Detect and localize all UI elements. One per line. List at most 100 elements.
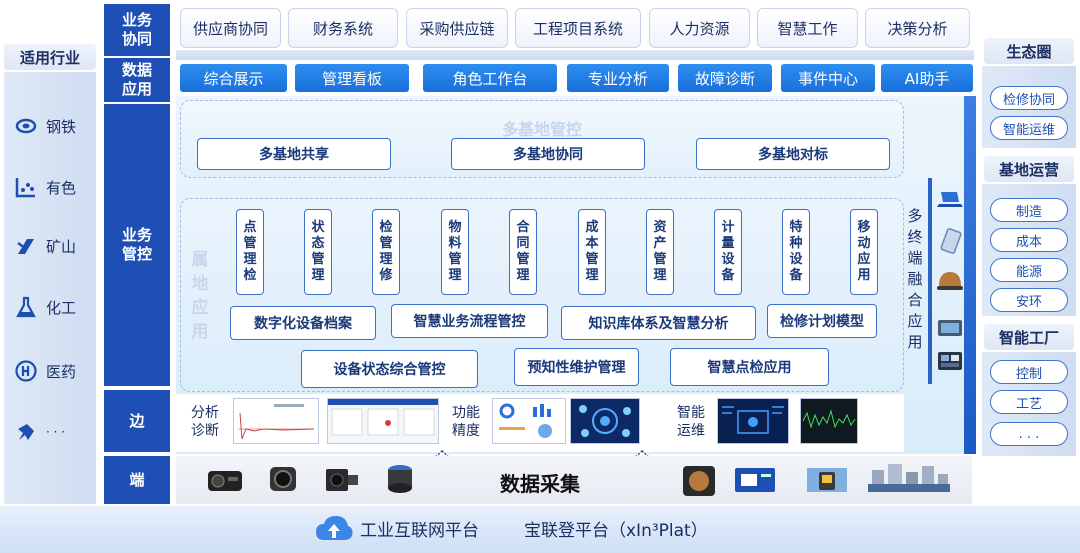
btn-predictive[interactable]: 预知性维护管理 [514, 348, 639, 386]
base-ops-title: 基地运营 [984, 156, 1074, 182]
app-button-overview[interactable]: 综合展示 [180, 64, 287, 92]
steel-icon [14, 114, 38, 138]
top-band [176, 50, 974, 60]
base-ops-safety-button[interactable]: 安环 [990, 288, 1068, 312]
factory-equipment-icon [868, 460, 950, 502]
layer-label: 边 [129, 411, 145, 430]
base-ops-manufacturing-button[interactable]: 制造 [990, 198, 1068, 222]
more-icon [14, 420, 38, 444]
vbtn-contract[interactable]: 合同管理 [509, 209, 537, 295]
multi-terminal-label: 多终端融合应用 [907, 207, 923, 351]
edge-label-maintenance: 智能运维 [677, 405, 705, 439]
local-app-title: 属地应用 [191, 250, 209, 342]
btn-smart-inspection[interactable]: 智慧点检应用 [670, 348, 829, 386]
speaker-device-icon [681, 464, 717, 502]
top-button-finance[interactable]: 财务系统 [288, 8, 398, 48]
industry-label: 医药 [46, 362, 77, 381]
btn-status-control[interactable]: 设备状态综合管控 [301, 350, 478, 388]
vbtn-spot-check[interactable]: 点管理检 [236, 209, 264, 295]
platform-baolian: 宝联登平台（xIn³Plat） [524, 521, 708, 541]
top-button-smartwork[interactable]: 智慧工作 [757, 8, 858, 48]
vbtn-repair[interactable]: 检管理修 [372, 209, 400, 295]
vbtn-cost[interactable]: 成本管理 [578, 209, 606, 295]
btn-digital-archive[interactable]: 数字化设备档案 [230, 306, 376, 340]
sensor-device-icon [384, 462, 416, 502]
industry-item-pharma[interactable]: 医药 [14, 357, 94, 385]
top-button-procurement[interactable]: 采购供应链 [406, 8, 508, 48]
app-button-diagnosis[interactable]: 故障诊断 [678, 64, 772, 92]
nonferrous-icon [14, 175, 38, 199]
btn-knowledge-base[interactable]: 知识库体系及智慧分析 [561, 306, 756, 340]
layer-label: 业务管控 [121, 226, 152, 263]
industry-item-mine[interactable]: 矿山 [14, 232, 94, 260]
ecosystem-repair-collab-button[interactable]: 检修协同 [990, 86, 1068, 110]
thumb-diagnosis-chart-1 [233, 398, 319, 444]
mine-icon [14, 234, 38, 258]
thumb-precision-chart-1 [492, 398, 566, 444]
data-collect-label: 数据采集 [500, 472, 580, 496]
platform-industrial-internet: 工业互联网平台 [360, 521, 479, 541]
layer-label: 数据应用 [121, 61, 152, 98]
industry-label: 钢铁 [46, 117, 77, 136]
layer-label: 业务协同 [121, 11, 152, 48]
multi-base-share-button[interactable]: 多基地共享 [197, 138, 391, 170]
laptop-icon [937, 186, 963, 214]
layer-business-collab: 业务协同 [104, 4, 170, 56]
industry-item-nonferrous[interactable]: 有色 [14, 173, 94, 201]
smart-factory-more-button[interactable]: . . . [990, 422, 1068, 446]
base-ops-cost-button[interactable]: 成本 [990, 228, 1068, 252]
industry-label: 化工 [46, 298, 77, 317]
app-button-analysis[interactable]: 专业分析 [567, 64, 669, 92]
industry-item-steel[interactable]: 钢铁 [14, 112, 94, 140]
chemical-icon [14, 295, 38, 319]
industry-item-chemical[interactable]: 化工 [14, 293, 94, 321]
vbtn-metering[interactable]: 计量设备 [714, 209, 742, 295]
vbtn-status[interactable]: 状态管理 [304, 209, 332, 295]
app-button-dashboard[interactable]: 管理看板 [295, 64, 409, 92]
thumb-maintenance-chart-2 [800, 398, 858, 444]
industry-label: · · · [46, 425, 66, 439]
tablet-icon [939, 228, 963, 258]
smart-factory-process-button[interactable]: 工艺 [990, 390, 1068, 414]
vbtn-asset[interactable]: 资产管理 [646, 209, 674, 295]
industry-label: 矿山 [46, 237, 77, 256]
industry-panel: 钢铁 有色 矿山 化工 医药 · · · [4, 72, 96, 504]
multi-base-title: 多基地管控 [501, 120, 582, 139]
industrial-camera-icon [322, 463, 360, 499]
app-button-ai[interactable]: AI助手 [881, 64, 973, 92]
card-reader-icon [733, 464, 777, 500]
top-button-supplier[interactable]: 供应商协同 [180, 8, 281, 48]
thumb-precision-chart-2 [570, 398, 640, 444]
multi-base-benchmark-button[interactable]: 多基地对标 [696, 138, 890, 170]
monitor-icon [937, 350, 963, 378]
app-button-workbench[interactable]: 角色工作台 [423, 64, 557, 92]
top-button-hr[interactable]: 人力资源 [649, 8, 750, 48]
vbtn-material[interactable]: 物料管理 [441, 209, 469, 295]
vbtn-special[interactable]: 特种设备 [782, 209, 810, 295]
smart-factory-control-button[interactable]: 控制 [990, 360, 1068, 384]
multi-base-collab-button[interactable]: 多基地协同 [451, 138, 645, 170]
cloud-icon [314, 512, 354, 552]
edge-label-precision: 功能精度 [452, 405, 480, 439]
handheld-icon [937, 316, 963, 344]
multi-terminal-sidebar [964, 96, 976, 454]
multi-terminal-line [928, 178, 932, 384]
btn-repair-plan[interactable]: 检修计划模型 [767, 304, 877, 338]
base-ops-energy-button[interactable]: 能源 [990, 258, 1068, 282]
pharma-icon [14, 359, 38, 383]
industry-title: 适用行业 [4, 44, 96, 70]
top-button-project[interactable]: 工程项目系统 [515, 8, 641, 48]
layer-label: 端 [129, 470, 145, 489]
industry-label: 有色 [46, 178, 77, 197]
app-button-events[interactable]: 事件中心 [781, 64, 875, 92]
industry-item-more[interactable]: · · · [14, 418, 94, 446]
layer-business-control: 业务管控 [104, 104, 170, 386]
btn-smart-process[interactable]: 智慧业务流程管控 [391, 304, 548, 338]
layer-data-app: 数据应用 [104, 58, 170, 102]
smart-factory-title: 智能工厂 [984, 324, 1074, 350]
thumb-maintenance-chart-1 [717, 398, 789, 444]
top-button-decision[interactable]: 决策分析 [865, 8, 970, 48]
vbtn-mobile[interactable]: 移动应用 [850, 209, 878, 295]
ecosystem-smart-ops-button[interactable]: 智能运维 [990, 116, 1068, 140]
thumb-diagnosis-chart-2 [327, 398, 439, 444]
